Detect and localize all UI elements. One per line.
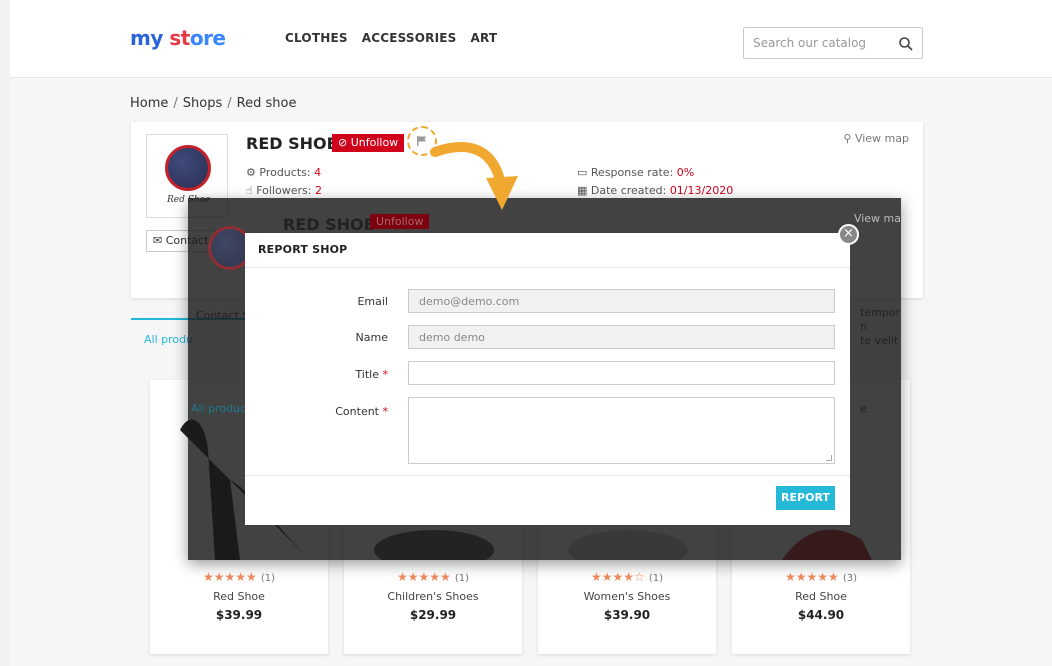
browser-frame: my store CLOTHES ACCESSORIES ART Search …	[10, 0, 1052, 666]
stars: ★★★★★	[785, 570, 839, 584]
name-label: Name	[356, 331, 388, 344]
search-input[interactable]: Search our catalog	[743, 27, 923, 59]
product-price: $29.99	[409, 608, 457, 622]
title-field[interactable]	[408, 361, 835, 385]
product-name[interactable]: Women's Shoes	[538, 590, 716, 603]
rating-stars: ★★★★☆ (1)	[538, 570, 716, 584]
logo-part-3: ore	[189, 26, 226, 50]
view-map-label: View map	[854, 132, 909, 145]
breadcrumb-separator: /	[227, 96, 232, 111]
product-name[interactable]: Children's Shoes	[344, 590, 522, 603]
shoe-image	[165, 145, 211, 191]
review-count: (1)	[454, 573, 469, 584]
unfollow-button[interactable]: ⊘ Unfollow	[332, 134, 405, 152]
review-count: (1)	[648, 573, 663, 584]
required-mark: *	[382, 368, 389, 381]
content-label: Content *	[335, 405, 388, 418]
breadcrumb-home[interactable]: Home	[130, 96, 168, 111]
email-field[interactable]: demo@demo.com	[408, 289, 835, 313]
title-label: Title *	[355, 368, 388, 381]
chat-icon: ▭	[577, 166, 588, 179]
title-label-text: Title	[355, 368, 379, 381]
site-header: my store CLOTHES ACCESSORIES ART Search …	[10, 0, 1052, 78]
close-icon[interactable]: ×	[838, 224, 859, 245]
followers-stat: ☝ Followers: 2	[246, 184, 322, 197]
modal-title: REPORT SHOP	[258, 243, 348, 256]
date-created-stat: ▦ Date created: 01/13/2020	[577, 184, 733, 197]
divider	[245, 267, 850, 268]
product-price: $44.90	[797, 608, 845, 622]
product-name[interactable]: Red Shoe	[150, 590, 328, 603]
product-price: $39.99	[215, 608, 263, 622]
divider	[245, 475, 850, 476]
product-price: $39.90	[603, 608, 651, 622]
nav-art[interactable]: ART	[471, 31, 498, 45]
date-value: 01/13/2020	[669, 184, 734, 197]
resize-grip-icon[interactable]	[826, 455, 832, 461]
nav-accessories[interactable]: ACCESSORIES	[362, 31, 457, 45]
review-count: (1)	[260, 573, 275, 584]
products-value: 4	[314, 166, 322, 179]
response-label: Response rate:	[590, 166, 674, 179]
rating-stars: ★★★★★ (1)	[150, 570, 328, 584]
search-placeholder: Search our catalog	[753, 36, 867, 50]
calendar-icon: ▦	[577, 184, 588, 197]
products-label: Products:	[259, 166, 311, 179]
response-rate-stat: ▭ Response rate: 0%	[577, 166, 694, 179]
email-label-text: Email	[357, 295, 388, 308]
stars: ★★★★☆	[591, 570, 645, 584]
tab-all-products[interactable]: All produ	[144, 333, 193, 346]
response-value: 0%	[676, 166, 695, 179]
stars: ★★★★★	[397, 570, 451, 584]
rating-stars: ★★★★★ (1)	[344, 570, 522, 584]
backdrop-view-map: View ma	[853, 212, 901, 225]
rating-stars: ★★★★★ (3)	[732, 570, 910, 584]
unfollow-label: Unfollow	[350, 136, 399, 149]
report-flag-icon[interactable]	[416, 135, 428, 147]
breadcrumb-current: Red shoe	[236, 96, 297, 111]
curved-arrow-icon	[430, 142, 518, 210]
breadcrumb-shops[interactable]: Shops	[183, 96, 222, 111]
report-button[interactable]: REPORT	[776, 486, 835, 510]
store-logo[interactable]: my store	[130, 26, 226, 50]
breadcrumb: Home / Shops / Red shoe	[130, 96, 296, 111]
content-field[interactable]	[408, 397, 835, 464]
stars: ★★★★★	[203, 570, 257, 584]
backdrop-side-e: e	[860, 402, 867, 415]
products-icon: ⚙	[246, 166, 256, 179]
main-nav: CLOTHES ACCESSORIES ART	[285, 31, 497, 45]
backdrop-side-text-2: n	[860, 320, 867, 333]
logo-part-2: st	[169, 26, 190, 50]
products-stat: ⚙ Products: 4	[246, 166, 321, 179]
backdrop-side-text-3: te velit	[860, 334, 899, 347]
nav-clothes[interactable]: CLOTHES	[285, 31, 348, 45]
backdrop-contact: Contact S	[196, 309, 250, 322]
logo-part-1: my	[130, 26, 163, 50]
search-icon[interactable]	[898, 36, 914, 52]
backdrop-shop-title: RED SHOE	[283, 215, 375, 234]
thumbs-up-icon: ☝	[246, 184, 253, 197]
breadcrumb-separator: /	[173, 96, 178, 111]
backdrop-unfollow: Unfollow	[370, 214, 430, 229]
backdrop-side-text-1: tempora	[860, 306, 901, 319]
name-label-text: Name	[355, 331, 388, 344]
content-label-text: Content	[335, 405, 379, 418]
report-shop-modal: REPORT SHOP Email demo@demo.com Name dem…	[245, 233, 850, 525]
required-mark: *	[382, 405, 389, 418]
map-marker-icon: ⚲	[843, 132, 852, 145]
review-count: (3)	[842, 573, 857, 584]
product-name[interactable]: Red Shoe	[732, 590, 910, 603]
view-map-link[interactable]: ⚲ View map	[843, 132, 909, 145]
shop-title: RED SHOE	[246, 134, 338, 153]
date-label: Date created:	[590, 184, 667, 197]
followers-value: 2	[314, 184, 322, 197]
email-label: Email	[357, 295, 388, 308]
followers-label: Followers:	[256, 184, 312, 197]
name-field[interactable]: demo demo	[408, 325, 835, 349]
